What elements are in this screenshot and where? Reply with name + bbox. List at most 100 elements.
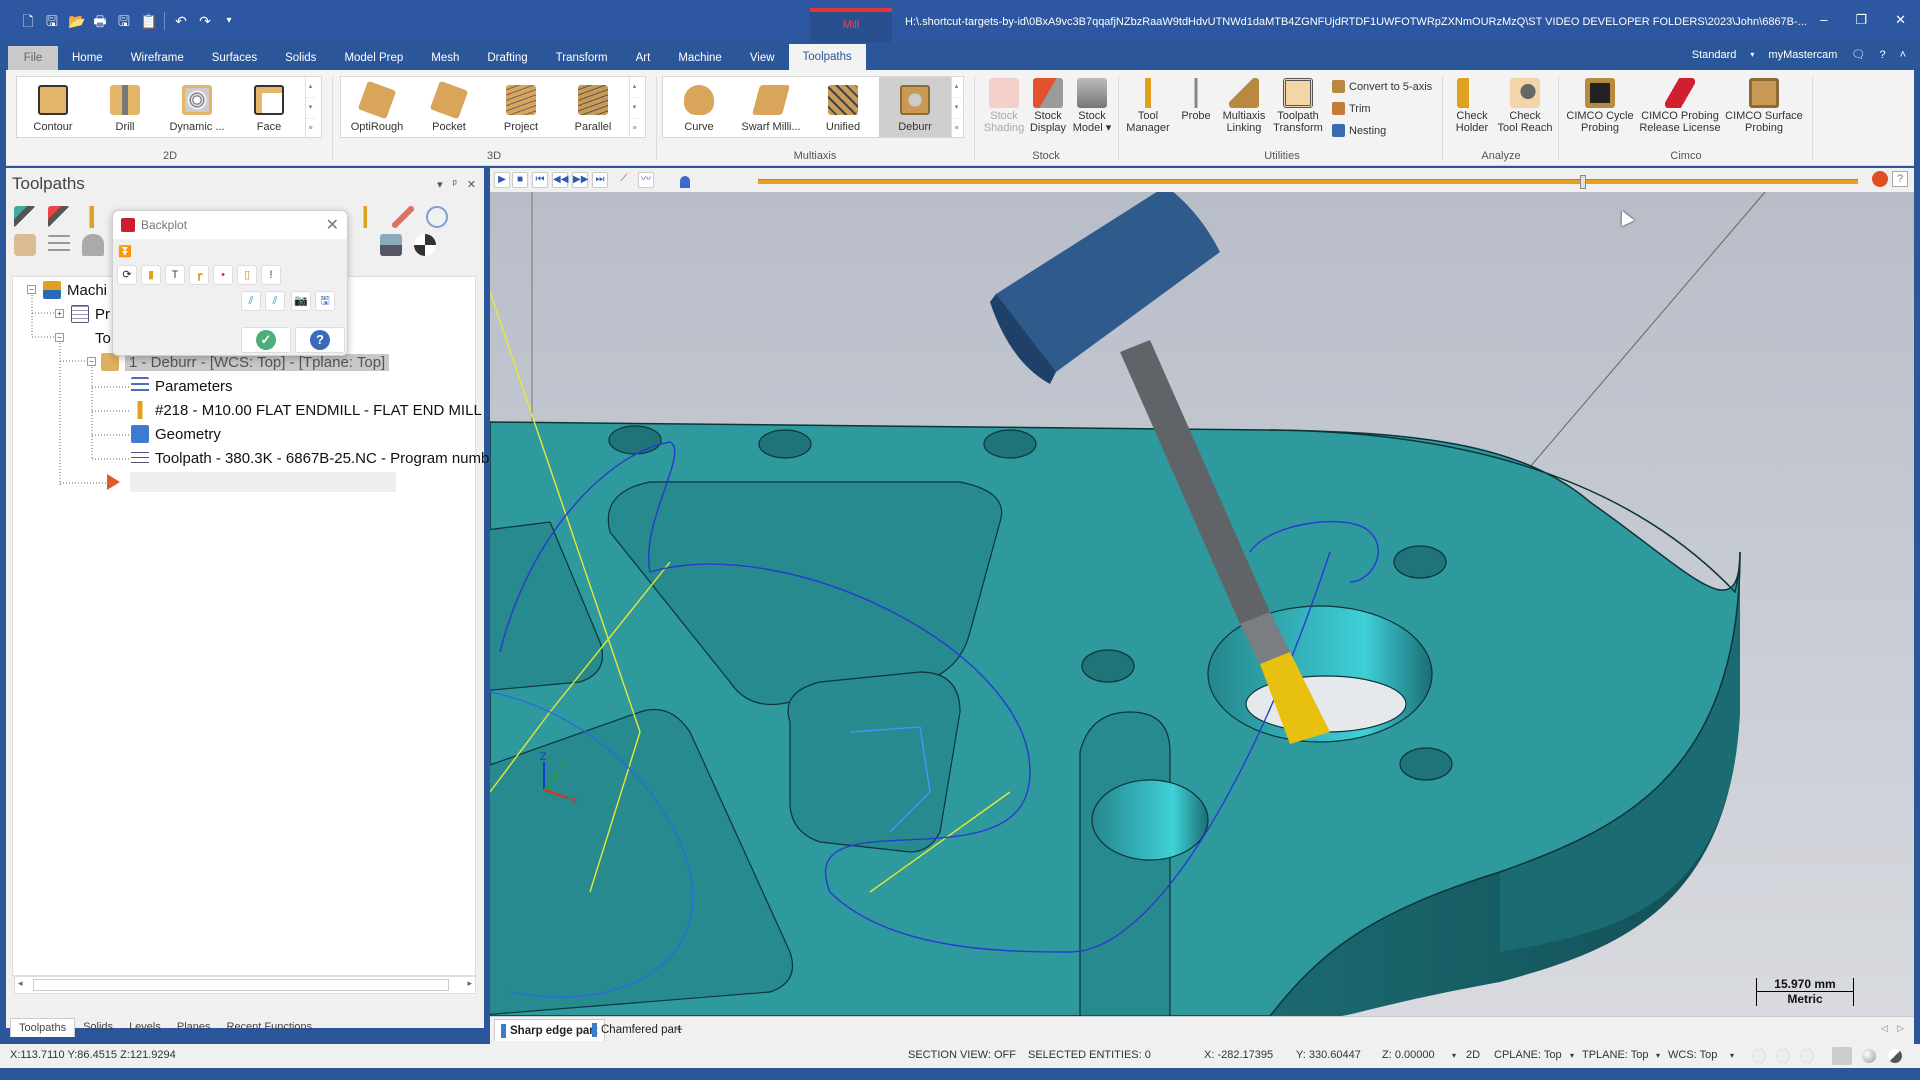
select-all-operations-icon[interactable] <box>14 206 36 228</box>
gallery-2d-scroll[interactable]: ▴ ▾ ≡ <box>305 77 315 140</box>
cplane-dropdown-icon[interactable]: ▾ <box>1570 1051 1574 1060</box>
scroll-right-icon[interactable]: ▸ <box>467 978 472 989</box>
probe-button[interactable]: Probe <box>1170 76 1222 138</box>
scroll-left-icon[interactable]: ◂ <box>18 978 23 989</box>
tab-art[interactable]: Art <box>622 46 665 70</box>
help-icon[interactable]: ? <box>1879 49 1885 61</box>
curve-button[interactable]: Curve <box>663 77 735 137</box>
hidden-line-icon[interactable] <box>1776 1049 1790 1063</box>
stop-conditions-icon[interactable] <box>1872 171 1888 187</box>
save-as-icon[interactable]: 🖫 <box>116 13 132 29</box>
unified-button[interactable]: Unified <box>807 77 879 137</box>
drill-button[interactable]: Drill <box>89 77 161 137</box>
cplane-selector[interactable]: CPLANE: Top <box>1494 1049 1562 1061</box>
tab-drafting[interactable]: Drafting <box>473 46 541 70</box>
shade-verify-icon[interactable]: ▯ <box>237 265 257 285</box>
workspace-selector[interactable]: Standard <box>1692 49 1737 61</box>
lock-icon[interactable] <box>14 234 36 256</box>
deselect-operations-icon[interactable] <box>48 206 70 228</box>
translucency-icon[interactable] <box>1888 1049 1902 1063</box>
tab-machine[interactable]: Machine <box>664 46 735 70</box>
playback-help-icon[interactable]: ? <box>1892 171 1908 187</box>
toggle-display-icon[interactable] <box>48 234 70 256</box>
parallel-button[interactable]: Parallel <box>557 77 629 137</box>
tab-toolpaths[interactable]: Toolpaths <box>788 44 866 70</box>
tab-scroll-right-icon[interactable]: ▷ <box>1897 1023 1904 1034</box>
undo-icon[interactable]: ↶ <box>173 13 189 29</box>
graphics-viewport[interactable]: Z Y X 15.970 mm Metric <box>490 192 1914 1016</box>
tab-recent-functions-panel[interactable]: Recent Functions <box>219 1018 321 1037</box>
backplot-close-button[interactable]: ✕ <box>326 215 339 235</box>
2d-3d-toggle[interactable]: 2D <box>1466 1049 1480 1061</box>
toolpath-trail-icon[interactable]: 〰 <box>638 172 654 188</box>
my-mastercam-link[interactable]: myMastercam <box>1768 49 1837 61</box>
new-file-icon[interactable]: 🗋 <box>20 13 36 29</box>
x-coordinate[interactable]: X: -282.17395 <box>1204 1049 1273 1061</box>
clipboard-icon[interactable]: 📋 <box>140 13 157 29</box>
screenshot-icon[interactable]: 📷 <box>291 291 311 311</box>
display-rapid-icon[interactable]: ┏ <box>189 265 209 285</box>
play-button[interactable]: ▶ <box>494 172 510 188</box>
z-coordinate[interactable]: Z: 0.00000 <box>1382 1049 1435 1061</box>
speed-slider[interactable] <box>668 174 712 190</box>
cimco-cycle-probing-button[interactable]: CIMCO Cycle Probing <box>1562 76 1638 138</box>
post-selected-icon[interactable] <box>358 206 380 228</box>
step-forward-button[interactable]: ▶▶ <box>572 172 588 188</box>
regenerate-icon[interactable] <box>82 206 104 228</box>
gallery-3d-scroll[interactable]: ▴ ▾ ≡ <box>629 77 639 140</box>
project-button[interactable]: Project <box>485 77 557 137</box>
tab-solids[interactable]: Solids <box>271 46 330 70</box>
shaded-display-icon[interactable] <box>1832 1047 1852 1065</box>
wcs-selector[interactable]: WCS: Top <box>1668 1049 1717 1061</box>
ok-button[interactable]: ✓ <box>241 327 291 353</box>
swarf-milling-button[interactable]: Swarf Milli... <box>735 77 807 137</box>
save-icon[interactable]: 🖫 <box>44 13 60 29</box>
simulator-icon[interactable] <box>392 206 414 228</box>
contour-button[interactable]: Contour <box>17 77 89 137</box>
display-options-icon[interactable] <box>414 234 436 256</box>
pocket-button[interactable]: Pocket <box>413 77 485 137</box>
tab-file[interactable]: File <box>8 46 58 70</box>
toggle-all-lines-icon[interactable]: ⫽ <box>265 291 285 311</box>
ghost-icon[interactable] <box>82 234 104 256</box>
redo-icon[interactable]: ↷ <box>197 13 213 29</box>
deburr-button[interactable]: Deburr <box>879 77 951 137</box>
toggle-lines-icon[interactable]: ⫽ <box>241 291 261 311</box>
workspace-dropdown-icon[interactable]: ▾ <box>1750 50 1754 59</box>
tab-transform[interactable]: Transform <box>542 46 622 70</box>
tab-surfaces[interactable]: Surfaces <box>198 46 271 70</box>
face-button[interactable]: Face <box>233 77 305 137</box>
tab-levels-panel[interactable]: Levels <box>121 1018 169 1037</box>
gallery-multiaxis-scroll[interactable]: ▴ ▾ ≡ <box>951 77 961 140</box>
scrollbar-thumb[interactable] <box>33 979 449 991</box>
restore-button[interactable]: ❐ <box>1855 12 1867 28</box>
tab-wireframe[interactable]: Wireframe <box>117 46 198 70</box>
shaded-with-edges-icon[interactable] <box>1862 1049 1876 1063</box>
wcs-dropdown-icon[interactable]: ▾ <box>1730 1051 1734 1060</box>
step-back-button[interactable]: ◀◀ <box>552 172 568 188</box>
probe-display-icon[interactable]: ! <box>261 265 281 285</box>
minimize-button[interactable]: – <box>1820 12 1827 28</box>
display-endpoints-icon[interactable]: • <box>213 265 233 285</box>
z-dropdown-icon[interactable]: ▾ <box>1452 1051 1456 1060</box>
expand-options-icon[interactable]: ⏬ <box>115 243 135 263</box>
multiaxis-linking-button[interactable]: Multiaxis Linking <box>1218 76 1270 138</box>
cimco-probing-release-button[interactable]: CIMCO Probing Release License <box>1638 76 1722 138</box>
trace-mode-icon[interactable]: ⟋ <box>616 172 632 188</box>
dynamic-button[interactable]: Dynamic ... <box>161 77 233 137</box>
tab-planes-panel[interactable]: Planes <box>169 1018 219 1037</box>
close-button[interactable]: ✕ <box>1895 12 1906 28</box>
stock-model-button[interactable]: Stock Model ▾ <box>1066 76 1118 138</box>
wireframe-display-icon[interactable] <box>1752 1049 1766 1063</box>
tab-home[interactable]: Home <box>58 46 117 70</box>
collapse-ribbon-icon[interactable]: ˄ <box>1900 49 1906 61</box>
open-icon[interactable]: 📂 <box>68 13 85 29</box>
display-holder-icon[interactable]: T <box>165 265 185 285</box>
help-button[interactable]: ? <box>295 327 345 353</box>
display-toolpath-icon[interactable]: ⟳ <box>117 265 137 285</box>
toolpath-transform-button[interactable]: Toolpath Transform <box>1270 76 1326 138</box>
cimco-surface-probing-button[interactable]: CIMCO Surface Probing <box>1724 76 1804 138</box>
tplane-selector[interactable]: TPLANE: Top <box>1582 1049 1648 1061</box>
tab-view[interactable]: View <box>736 46 789 70</box>
display-tool-icon[interactable]: ▮ <box>141 265 161 285</box>
